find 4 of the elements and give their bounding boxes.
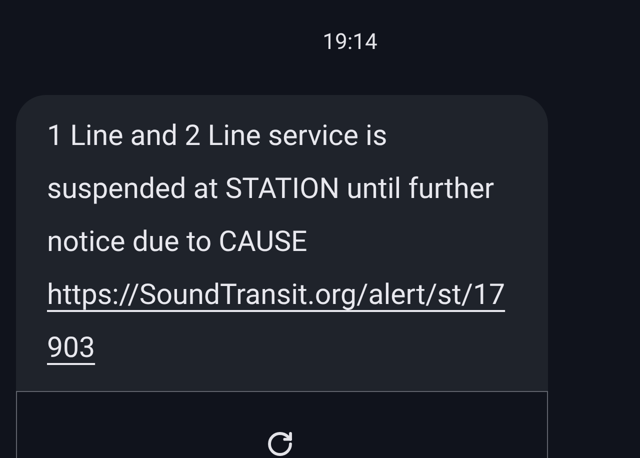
message-time: 19:14	[322, 29, 378, 57]
refresh-icon	[266, 430, 294, 458]
alert-link[interactable]: https://SoundTransit.org/alert/st/17903	[47, 268, 515, 374]
link-preview-card[interactable]	[16, 391, 548, 458]
